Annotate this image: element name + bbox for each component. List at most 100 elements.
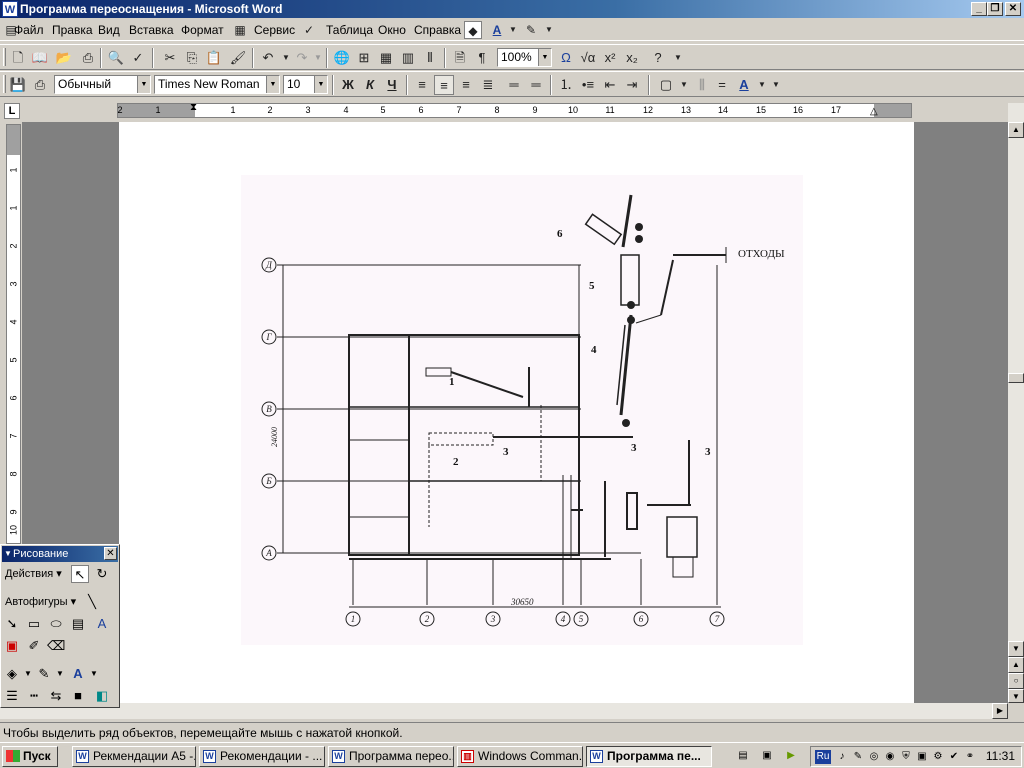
- print-preview-icon[interactable]: 🔍: [106, 48, 126, 68]
- task-button[interactable]: W Программа перео...: [328, 746, 454, 767]
- oval-icon[interactable]: ⬭: [47, 615, 65, 633]
- format-painter-icon[interactable]: 🖌: [228, 48, 248, 68]
- align-right-icon[interactable]: ≡: [456, 75, 476, 95]
- undo-icon[interactable]: ↶: [258, 48, 278, 68]
- font-size-select[interactable]: 10 ▼: [283, 75, 328, 94]
- tray-icon[interactable]: ◎: [867, 750, 881, 764]
- chevron-down-icon[interactable]: ▼: [85, 665, 103, 683]
- restore-button[interactable]: ❐: [987, 2, 1003, 16]
- scroll-thumb[interactable]: [1008, 373, 1024, 383]
- zoom-select[interactable]: 100% ▼: [497, 48, 552, 67]
- tray-icon[interactable]: ▣: [915, 750, 929, 764]
- word-app-icon[interactable]: W: [2, 1, 18, 17]
- bold-button[interactable]: Ж: [338, 75, 358, 95]
- scroll-up-button[interactable]: ▲: [1008, 122, 1024, 138]
- next-page-button[interactable]: ▼: [1008, 689, 1024, 703]
- text-box-icon[interactable]: ▤: [69, 615, 87, 633]
- language-indicator[interactable]: Ru: [815, 750, 831, 764]
- scroll-down-button[interactable]: ▼: [1008, 641, 1024, 657]
- insert-excel-icon[interactable]: ▥: [398, 48, 418, 68]
- distributed-icon[interactable]: ═: [504, 75, 524, 95]
- vertical-scrollbar[interactable]: ▲ ▼ ▲ ○ ▼: [1008, 103, 1024, 703]
- horizontal-ruler[interactable]: 2 1 1 2 3 4 5 6 7 8 9 10 11 12 13 14 15 …: [117, 102, 912, 118]
- actions-menu[interactable]: Действия ▾: [5, 567, 62, 580]
- menu-tools[interactable]: Сервис: [254, 23, 295, 37]
- spellcheck-icon[interactable]: ✓: [300, 21, 318, 39]
- task-button[interactable]: ▥ Windows Comman...: [457, 746, 583, 767]
- floor-plan-drawing[interactable]: Д Г В Б А 1 2 3 4 5 6 7 ОТХОДЫ 1 2 3 3 3…: [241, 175, 803, 645]
- menu-edit[interactable]: Правка: [52, 23, 93, 37]
- menu-help[interactable]: Справка: [414, 23, 461, 37]
- text-direction-icon[interactable]: ⫼: [692, 75, 712, 95]
- equals-icon[interactable]: =: [712, 75, 732, 95]
- tab-selector[interactable]: L: [4, 103, 20, 119]
- tray-icon[interactable]: ⛨: [899, 750, 913, 764]
- numbering-icon[interactable]: ⒈: [556, 75, 576, 95]
- shadow-icon[interactable]: ■: [69, 687, 87, 705]
- hyperlink-icon[interactable]: 🌐: [332, 48, 352, 68]
- wordart-icon[interactable]: A: [93, 615, 111, 633]
- paste-icon[interactable]: 📋: [204, 48, 224, 68]
- chevron-down-icon[interactable]: ▼: [674, 75, 694, 95]
- select-objects-icon[interactable]: ↖: [71, 565, 89, 583]
- decrease-indent-icon[interactable]: ⇤: [600, 75, 620, 95]
- open-folder-icon[interactable]: 📂: [54, 48, 74, 68]
- quick-launch-icon[interactable]: ▶: [784, 749, 798, 763]
- font-select[interactable]: Times New Roman ▼: [154, 75, 280, 94]
- drawing-panel-title[interactable]: ▼ Рисование ✕: [2, 546, 118, 562]
- close-icon[interactable]: ✕: [104, 547, 117, 560]
- tray-icon[interactable]: ✔: [947, 750, 961, 764]
- increase-indent-icon[interactable]: ⇥: [622, 75, 642, 95]
- line-icon[interactable]: ╲: [83, 593, 101, 611]
- insert-table-icon[interactable]: ▦: [376, 48, 396, 68]
- justify-icon[interactable]: ≣: [478, 75, 498, 95]
- font-color-icon[interactable]: A: [734, 75, 754, 95]
- close-button[interactable]: ✕: [1005, 2, 1021, 16]
- chevron-down-icon[interactable]: ▼: [51, 665, 69, 683]
- print-icon[interactable]: ⎙: [30, 75, 50, 95]
- align-left-icon[interactable]: ≡: [412, 75, 432, 95]
- bullets-icon[interactable]: •≡: [578, 75, 598, 95]
- tray-icon[interactable]: ◉: [883, 750, 897, 764]
- new-document-icon[interactable]: 🗋: [8, 48, 28, 68]
- align-center-icon[interactable]: ≡: [434, 75, 454, 95]
- superscript-icon[interactable]: x²: [600, 48, 620, 68]
- menu-view[interactable]: Вид: [98, 23, 120, 37]
- quick-launch-icon[interactable]: ▤: [736, 749, 750, 763]
- clip-art-icon[interactable]: ▣: [3, 637, 21, 655]
- eraser-icon[interactable]: ⌫: [47, 637, 65, 655]
- help-icon[interactable]: ?: [648, 48, 668, 68]
- prev-page-button[interactable]: ▲: [1008, 657, 1024, 673]
- chevron-down-icon[interactable]: ▼: [668, 48, 688, 68]
- clock[interactable]: 11:31: [986, 747, 1015, 766]
- style-select[interactable]: Обычный ▼: [54, 75, 151, 94]
- italic-button[interactable]: К: [360, 75, 380, 95]
- rectangle-icon[interactable]: ▭: [25, 615, 43, 633]
- tray-icon[interactable]: ♪: [835, 750, 849, 764]
- menu-file[interactable]: Файл: [14, 23, 44, 37]
- tray-icon[interactable]: ✎: [851, 750, 865, 764]
- calculator-icon[interactable]: ▦: [231, 21, 249, 39]
- chevron-down-icon[interactable]: ▼: [308, 48, 328, 68]
- tray-icon[interactable]: ⚙: [931, 750, 945, 764]
- arrow-icon[interactable]: ➘: [3, 615, 21, 633]
- vertical-ruler[interactable]: 1 1 2 3 4 5 6 7 8 9 10: [6, 124, 21, 544]
- dash-style-icon[interactable]: ┅: [25, 687, 43, 705]
- autoshapes-menu[interactable]: Автофигуры ▾: [5, 595, 76, 608]
- symbol-icon[interactable]: Ω: [556, 48, 576, 68]
- save-icon[interactable]: 💾: [8, 75, 28, 95]
- quick-launch-icon[interactable]: ▣: [760, 749, 774, 763]
- start-button[interactable]: Пуск: [2, 746, 58, 767]
- highlight-icon[interactable]: ✎: [522, 21, 540, 39]
- left-indent-marker[interactable]: ⧗: [190, 102, 197, 113]
- line-style-icon[interactable]: ☰: [3, 687, 21, 705]
- free-rotate-icon[interactable]: ↻: [93, 565, 111, 583]
- select-browse-object-button[interactable]: ○: [1008, 673, 1024, 689]
- pen-icon[interactable]: ✐: [25, 637, 43, 655]
- menu-table[interactable]: Таблица: [326, 23, 373, 37]
- show-formatting-icon[interactable]: ¶: [472, 48, 492, 68]
- chevron-down-icon[interactable]: ▼: [504, 21, 522, 39]
- task-button[interactable]: W Рекмендации А5 -...: [72, 746, 196, 767]
- border-icon[interactable]: ▢: [656, 75, 676, 95]
- horizontal-scrollbar[interactable]: ▶: [0, 703, 1008, 719]
